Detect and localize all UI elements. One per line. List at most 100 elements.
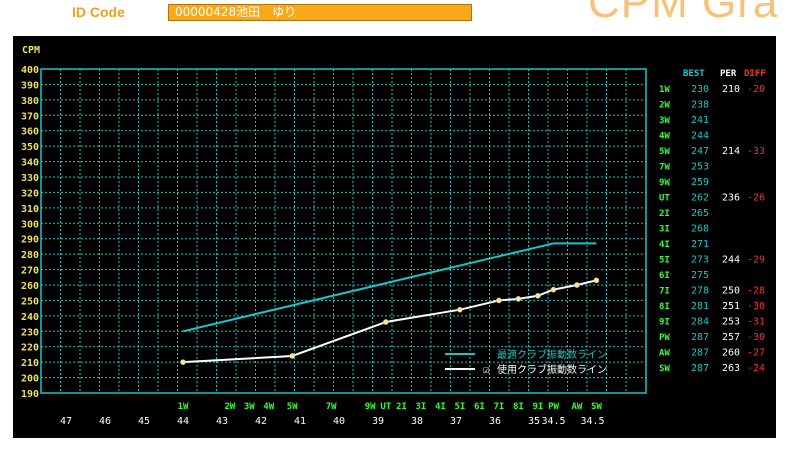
table-club: 5W <box>659 147 670 157</box>
table-best: 275 <box>691 270 709 281</box>
actual-cpm-point <box>180 359 186 365</box>
table-diff: -20 <box>747 84 765 95</box>
table-best: 265 <box>691 208 709 219</box>
table-best: 238 <box>691 100 709 111</box>
table-per: 257 <box>722 332 740 343</box>
length-label: 40 <box>333 416 345 427</box>
club-label: 4W <box>263 402 274 412</box>
table-club: 3W <box>659 116 670 126</box>
table-best: 247 <box>691 146 709 157</box>
y-tick-label: 400 <box>21 65 39 76</box>
table-diff: -27 <box>747 348 765 359</box>
table-diff: -33 <box>747 146 765 157</box>
club-label: AW <box>571 402 582 412</box>
club-label: 1W <box>178 402 189 412</box>
table-header-per: PER <box>720 69 737 79</box>
table-club: SW <box>659 364 670 374</box>
table-best: 273 <box>691 255 709 266</box>
length-label: 34.5 <box>580 416 604 427</box>
actual-cpm-point <box>289 353 296 359</box>
length-label: 35 <box>528 416 540 427</box>
table-header-best: BEST <box>683 69 705 79</box>
cpm-chart: 400 390 380 370 360 350 340 330 320 310 300 290 280 2… <box>21 45 766 427</box>
length-label: 34.5 <box>541 416 565 427</box>
table-per: 244 <box>722 255 740 266</box>
y-tick-label: 360 <box>21 127 39 138</box>
id-code-field[interactable]: 00000428池田 ゆり <box>168 4 472 21</box>
table-best: 281 <box>691 301 709 312</box>
y-tick-label: 300 <box>21 219 39 230</box>
table-best: 287 <box>691 332 709 343</box>
club-label: 4I <box>435 402 446 412</box>
table-club: 2I <box>659 209 670 219</box>
y-tick-label: 310 <box>21 204 39 215</box>
table-diff: -30 <box>747 301 765 312</box>
table-diff: -29 <box>747 255 765 266</box>
table-club: 7I <box>659 287 670 297</box>
club-label: SW <box>591 402 602 412</box>
club-labels: 1W 2W 3W 4W 5W 7W 9W UT 2I 3I 4I 5I 6I 7I 8I 9I PW AW SW <box>178 402 603 412</box>
table-diff: -31 <box>747 317 765 328</box>
club-label: 2I <box>396 402 407 412</box>
y-tick-label: 390 <box>21 80 39 91</box>
table-per: 260 <box>722 348 740 359</box>
table-best: 287 <box>691 348 709 359</box>
actual-cpm-point <box>515 296 522 302</box>
club-label: 3W <box>244 402 255 412</box>
actual-cpm-point <box>535 292 541 299</box>
length-label: 36 <box>489 416 501 427</box>
length-label: 45 <box>138 416 150 427</box>
club-label: UT <box>380 402 391 412</box>
club-label: 5W <box>287 402 298 412</box>
grid-frame <box>40 68 647 394</box>
id-code-label: ID Code <box>72 4 125 20</box>
table-best: 278 <box>691 286 709 297</box>
actual-cpm-point <box>550 286 557 293</box>
club-label: 5I <box>454 402 465 412</box>
y-tick-label: 200 <box>21 374 39 385</box>
table-best: 259 <box>691 177 709 188</box>
table-best: 244 <box>691 131 709 142</box>
length-label: 46 <box>99 416 111 427</box>
app-title: CPM Gra <box>588 0 779 27</box>
club-label: 7I <box>493 402 504 412</box>
y-tick-label: 260 <box>21 281 39 292</box>
table-best: 253 <box>691 162 709 173</box>
actual-cpm-point <box>574 282 580 288</box>
table-club: UT <box>659 194 670 204</box>
club-label: 7W <box>326 402 337 412</box>
y-tick-label: 230 <box>21 327 39 338</box>
y-tick-label: 320 <box>21 188 39 199</box>
table-diff: -26 <box>747 193 765 204</box>
legend-actual-label: 使用クラブ振動数ライン <box>497 363 607 376</box>
cpm-graph-panel: 400 390 380 370 360 350 340 330 320 310 300 290 280 2… <box>13 36 776 438</box>
legend-checkbox[interactable]: ☑ <box>483 363 490 376</box>
table-club: 1W <box>659 85 670 95</box>
y-axis-label: CPM <box>22 45 40 56</box>
table-best: 284 <box>691 317 709 328</box>
table-header-diff: DIFF <box>744 69 766 79</box>
length-label: 42 <box>255 416 267 427</box>
table-club: 5I <box>659 256 670 266</box>
table-best: 271 <box>691 239 709 250</box>
length-label: 44 <box>177 416 189 427</box>
actual-cpm-point <box>382 319 389 325</box>
table-best: 287 <box>691 363 709 374</box>
table-diff: -28 <box>747 286 765 297</box>
length-label: 41 <box>294 416 306 427</box>
club-label: PW <box>548 402 559 412</box>
table-per: 236 <box>722 193 740 204</box>
y-tick-label: 190 <box>21 389 39 400</box>
club-label: 3I <box>415 402 426 412</box>
length-label: 47 <box>60 416 72 427</box>
length-label: 37 <box>450 416 462 427</box>
club-label: 8I <box>513 402 524 412</box>
table-per: 250 <box>722 286 740 297</box>
actual-cpm-point <box>457 306 463 313</box>
table-club: 3I <box>659 225 670 235</box>
y-tick-label: 270 <box>21 266 39 277</box>
table-per: 263 <box>722 363 740 374</box>
y-tick-label: 380 <box>21 96 39 107</box>
table-per: 251 <box>722 301 740 312</box>
y-tick-label: 290 <box>21 235 39 246</box>
